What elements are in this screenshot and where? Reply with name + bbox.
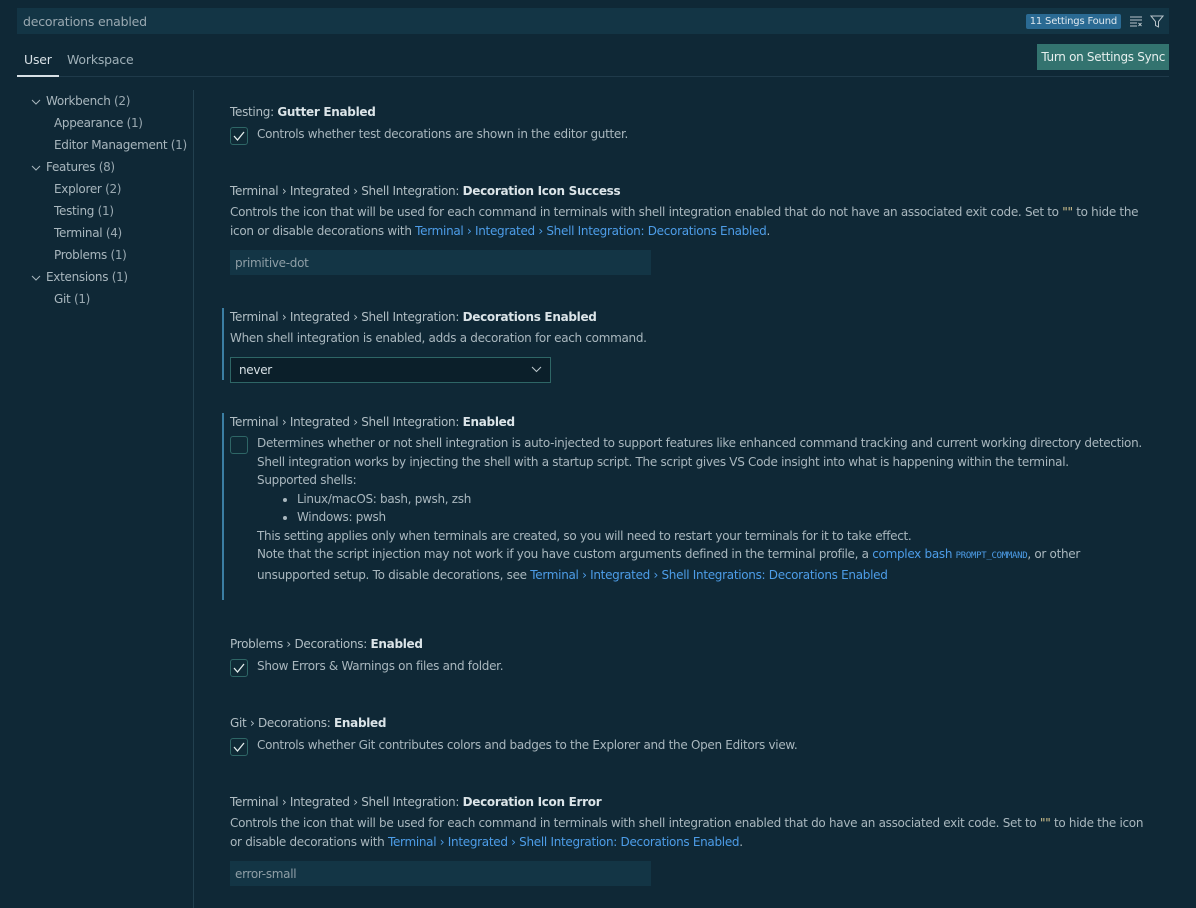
decoration-icon-success-input[interactable] [230, 250, 651, 275]
settings-search-bar: 11 Settings Found [17, 8, 1169, 34]
turn-on-settings-sync-button[interactable]: Turn on Settings Sync [1037, 44, 1169, 70]
toc-label: Editor Management [54, 138, 168, 152]
check-icon [233, 742, 245, 752]
toc-item-testing[interactable]: Testing (1) [54, 204, 114, 218]
shell-integrations-decorations-link[interactable]: Terminal › Integrated › Shell Integratio… [530, 568, 888, 582]
setting-description: When shell integration is enabled, adds … [230, 331, 647, 345]
tab-workspace[interactable]: Workspace [67, 52, 134, 67]
shell-item: Linux/macOS: bash, pwsh, zsh [297, 490, 1152, 509]
toc-count: (1) [110, 248, 127, 262]
settings-list: Testing: Gutter Enabled Controls whether… [222, 90, 1162, 908]
toc-count: (1) [111, 270, 128, 284]
setting-title: Git › Decorations: Enabled [230, 716, 387, 730]
toc-item-extensions[interactable]: Extensions (1) [31, 270, 128, 284]
toc-count: (1) [170, 138, 187, 152]
setting-description: Controls whether Git contributes colors … [257, 738, 798, 752]
complex-bash-link[interactable]: complex bash PROMPT_COMMAND [872, 547, 1027, 561]
shell-item: Windows: pwsh [297, 508, 1152, 527]
toc-label: Extensions [46, 270, 109, 284]
toc-count: (1) [73, 292, 91, 306]
toc-label: Git [54, 292, 71, 306]
decorations-enabled-link[interactable]: Terminal › Integrated › Shell Integratio… [415, 224, 767, 238]
setting-description: Controls the icon that will be used for … [230, 205, 1139, 238]
results-count-badge: 11 Settings Found [1025, 13, 1121, 29]
chevron-down-icon [531, 366, 542, 373]
setting-description: Determines whether or not shell integrat… [257, 434, 1152, 584]
setting-description: Controls the icon that will be used for … [230, 816, 1144, 849]
decorations-enabled-select[interactable]: never [230, 356, 551, 383]
setting-description: Controls whether test decorations are sh… [257, 127, 629, 141]
setting-description: Show Errors & Warnings on files and fold… [257, 659, 504, 673]
toc-label: Testing [54, 204, 95, 218]
chevron-down-icon[interactable] [31, 271, 41, 285]
toc-item-features[interactable]: Features (8) [31, 160, 115, 174]
toc-count: (2) [114, 94, 131, 108]
check-icon [233, 663, 245, 673]
supported-shells-list: Linux/macOS: bash, pwsh, zsh Windows: pw… [257, 490, 1152, 527]
setting-title: Problems › Decorations: Enabled [230, 637, 423, 651]
chevron-down-icon[interactable] [31, 95, 41, 109]
toc-label: Terminal [54, 226, 103, 240]
toc-label: Workbench [46, 94, 111, 108]
toc-label: Explorer [54, 182, 102, 196]
problems-decorations-checkbox[interactable] [230, 659, 248, 677]
toc-item-git[interactable]: Git (1) [54, 292, 90, 306]
tab-user[interactable]: User [24, 52, 52, 67]
toc-count: (1) [126, 116, 143, 130]
setting-decoration-icon-error: Terminal › Integrated › Shell Integratio… [222, 793, 1152, 886]
setting-title: Terminal › Integrated › Shell Integratio… [230, 310, 597, 324]
chevron-down-icon[interactable] [31, 161, 41, 175]
setting-title: Testing: Gutter Enabled [230, 105, 376, 119]
setting-title: Terminal › Integrated › Shell Integratio… [230, 795, 602, 809]
setting-problems-decorations-enabled: Problems › Decorations: Enabled Show Err… [222, 635, 1152, 677]
toc-item-problems[interactable]: Problems (1) [54, 248, 127, 262]
git-decorations-checkbox[interactable] [230, 738, 248, 756]
decorations-enabled-link[interactable]: Terminal › Integrated › Shell Integratio… [388, 835, 740, 849]
toc-item-workbench[interactable]: Workbench (2) [31, 94, 131, 108]
toc-count: (2) [105, 182, 122, 196]
toc-count: (8) [98, 160, 115, 174]
decoration-icon-error-input[interactable] [230, 861, 651, 886]
toc-count: (4) [105, 226, 122, 240]
setting-decoration-icon-success: Terminal › Integrated › Shell Integratio… [222, 182, 1152, 275]
testing-gutter-checkbox[interactable] [230, 127, 248, 145]
settings-scope-tabs: User Workspace Turn on Settings Sync [17, 44, 1169, 77]
active-tab-indicator [17, 75, 59, 77]
toc-label: Appearance [54, 116, 124, 130]
toc-item-appearance[interactable]: Appearance (1) [54, 116, 143, 130]
setting-testing-gutter-enabled: Testing: Gutter Enabled Controls whether… [222, 103, 1152, 145]
setting-shell-integration-enabled: Terminal › Integrated › Shell Integratio… [222, 413, 1152, 600]
select-value: never [239, 362, 272, 377]
toc-label: Features [46, 160, 96, 174]
setting-title: Terminal › Integrated › Shell Integratio… [230, 184, 621, 198]
setting-decorations-enabled: Terminal › Integrated › Shell Integratio… [222, 308, 1152, 383]
check-icon [233, 131, 245, 141]
toc-item-terminal[interactable]: Terminal (4) [54, 226, 122, 240]
setting-title: Terminal › Integrated › Shell Integratio… [230, 415, 515, 429]
toc-item-explorer[interactable]: Explorer (2) [54, 182, 122, 196]
settings-search-input[interactable] [17, 8, 1026, 34]
settings-toc: Workbench (2) Appearance (1) Editor Manage… [17, 90, 194, 908]
clear-filter-icon[interactable] [1127, 12, 1145, 30]
setting-git-decorations-enabled: Git › Decorations: Enabled Controls whet… [222, 714, 1152, 756]
toc-count: (1) [97, 204, 114, 218]
shell-integration-checkbox[interactable] [230, 436, 248, 454]
toc-item-editor-management[interactable]: Editor Management (1) [54, 138, 187, 152]
filter-icon[interactable] [1148, 12, 1166, 30]
toc-label: Problems [54, 248, 107, 262]
